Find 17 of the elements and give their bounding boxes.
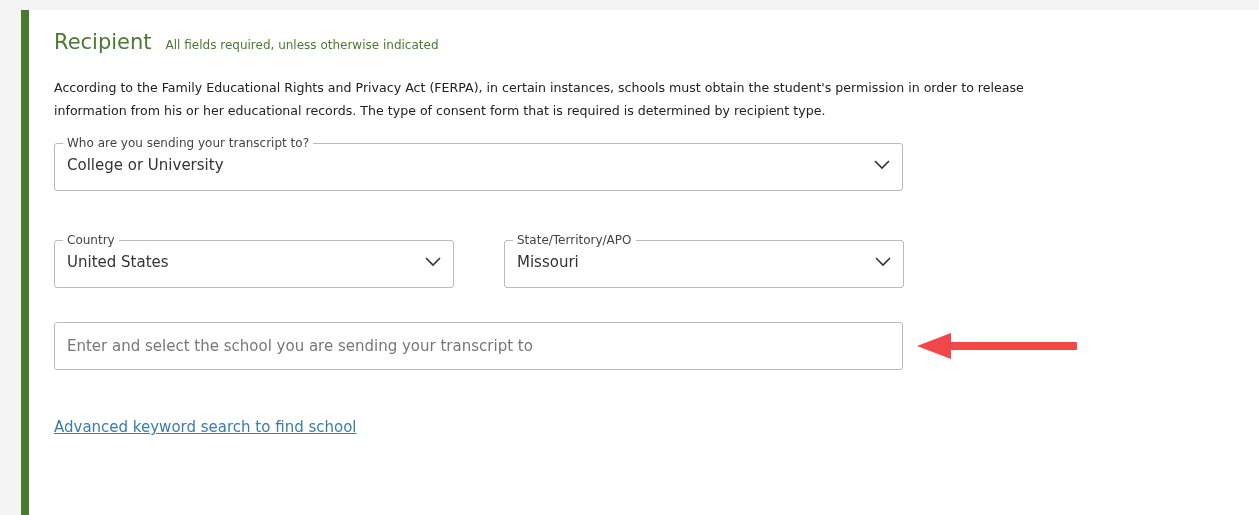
select-value: United States	[67, 253, 169, 271]
chevron-down-icon	[425, 257, 441, 267]
select-value: Missouri	[517, 253, 579, 271]
field-label: State/Territory/APO	[516, 233, 633, 247]
advanced-search-link[interactable]: Advanced keyword search to find school	[54, 418, 357, 436]
dropdown-select[interactable]: State/Territory/APO Missouri	[504, 233, 904, 288]
select-value: College or University	[67, 156, 224, 174]
dropdown-select[interactable]: Who are you sending your transcript to? College or University	[54, 136, 903, 191]
section-title: Recipient	[54, 30, 152, 54]
ferpa-description: According to the Family Educational Rights and Privacy Act (FERPA), in certain instances, schools must obtain the student's permission in order to release information from his or her educational records. The type of consent form that is required is determined by recipient type.	[54, 79, 1025, 120]
chevron-down-icon	[874, 160, 890, 170]
field-label: Who are you sending your transcript to?	[66, 136, 310, 150]
dropdown-select[interactable]: Country United States	[54, 233, 454, 288]
field-label: Country	[66, 233, 116, 247]
required-note: All fields required, unless otherwise indicated	[165, 38, 439, 52]
chevron-down-icon	[875, 257, 891, 267]
school-search-field[interactable]: Enter and select the school you are sending your transcript to	[54, 322, 903, 370]
